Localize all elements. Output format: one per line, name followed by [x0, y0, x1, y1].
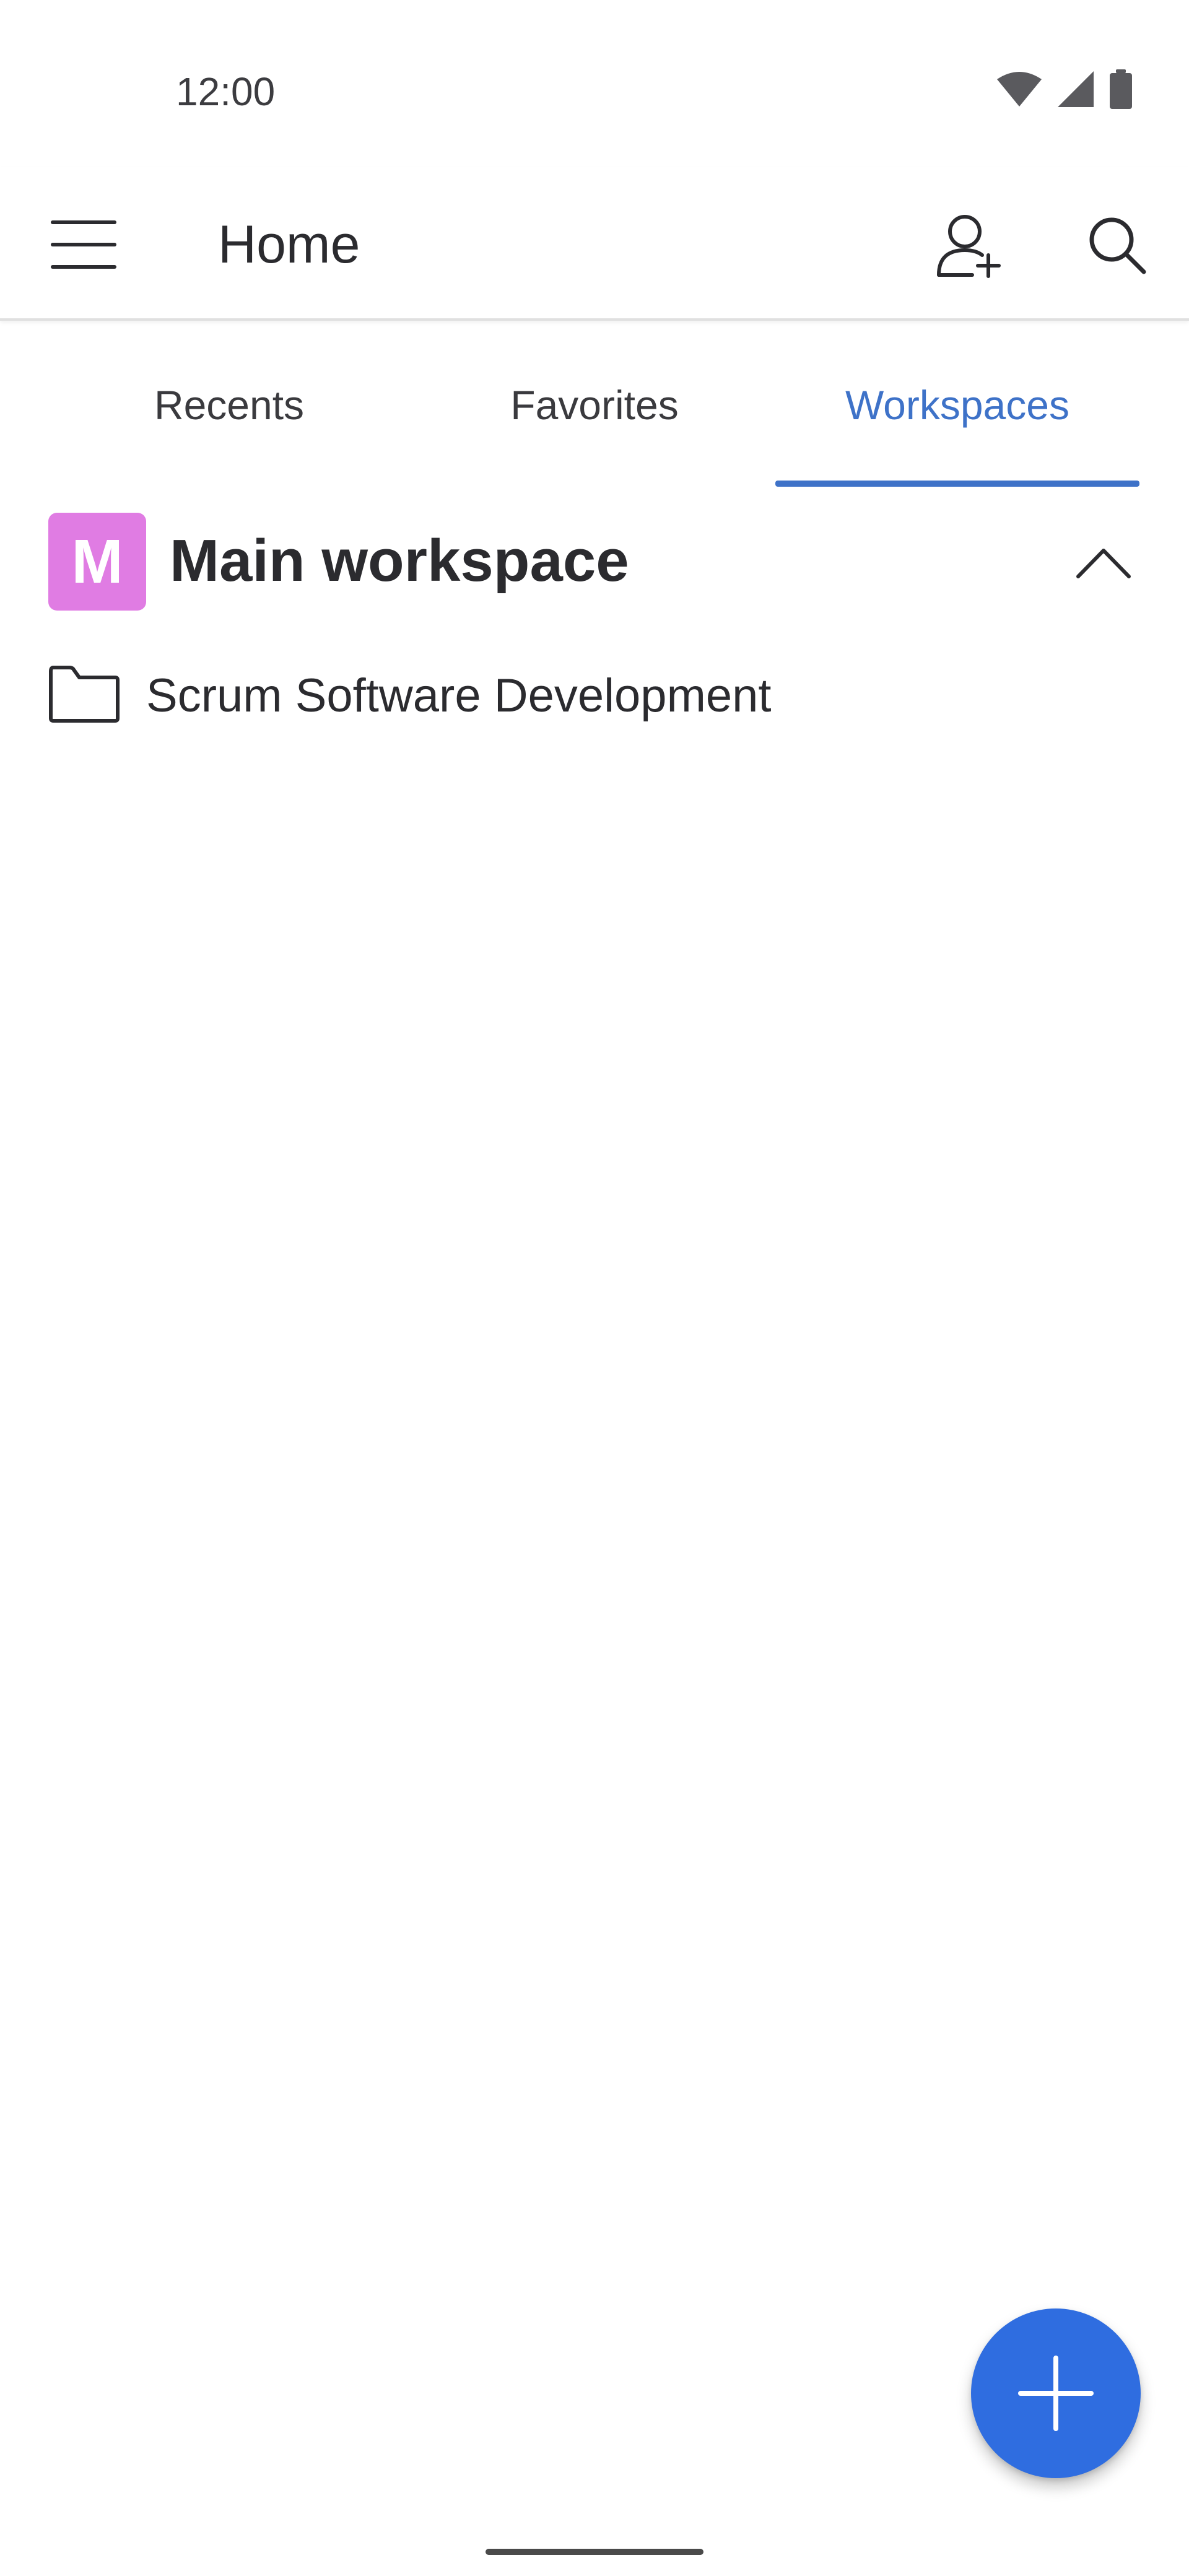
add-user-button[interactable]	[923, 198, 1016, 291]
folder-icon	[49, 666, 120, 723]
page-title: Home	[218, 215, 360, 274]
tab-favorites[interactable]: Favorites	[403, 321, 786, 489]
status-icons	[996, 69, 1133, 109]
status-time: 12:00	[176, 69, 276, 114]
search-button[interactable]	[1070, 198, 1163, 291]
status-bar: 12:00	[0, 0, 1189, 167]
menu-icon	[51, 220, 116, 269]
workspace-avatar: M	[48, 513, 146, 611]
add-user-icon	[937, 215, 1001, 278]
wifi-icon	[997, 72, 1042, 107]
workspace-title: Main workspace	[170, 528, 629, 594]
plus-icon	[1018, 2356, 1094, 2431]
collapse-button[interactable]	[1060, 523, 1147, 603]
board-label: Scrum Software Development	[146, 669, 772, 722]
menu-button[interactable]	[37, 198, 130, 291]
workspace-header[interactable]: M Main workspace	[0, 508, 1189, 619]
tab-workspaces[interactable]: Workspaces	[775, 321, 1139, 489]
add-fab-button[interactable]	[971, 2308, 1141, 2478]
tab-indicator	[775, 481, 1139, 487]
signal-icon	[1058, 71, 1094, 107]
tab-bar: Recents Favorites Workspaces	[0, 321, 1189, 489]
app-bar: Home	[0, 167, 1189, 321]
tab-recents[interactable]: Recents	[37, 321, 421, 489]
chevron-up-icon	[1076, 549, 1131, 578]
gesture-bar[interactable]	[486, 2549, 703, 2555]
battery-icon	[1110, 69, 1132, 109]
list-item[interactable]: Scrum Software Development	[0, 644, 1189, 749]
search-icon	[1089, 217, 1146, 274]
